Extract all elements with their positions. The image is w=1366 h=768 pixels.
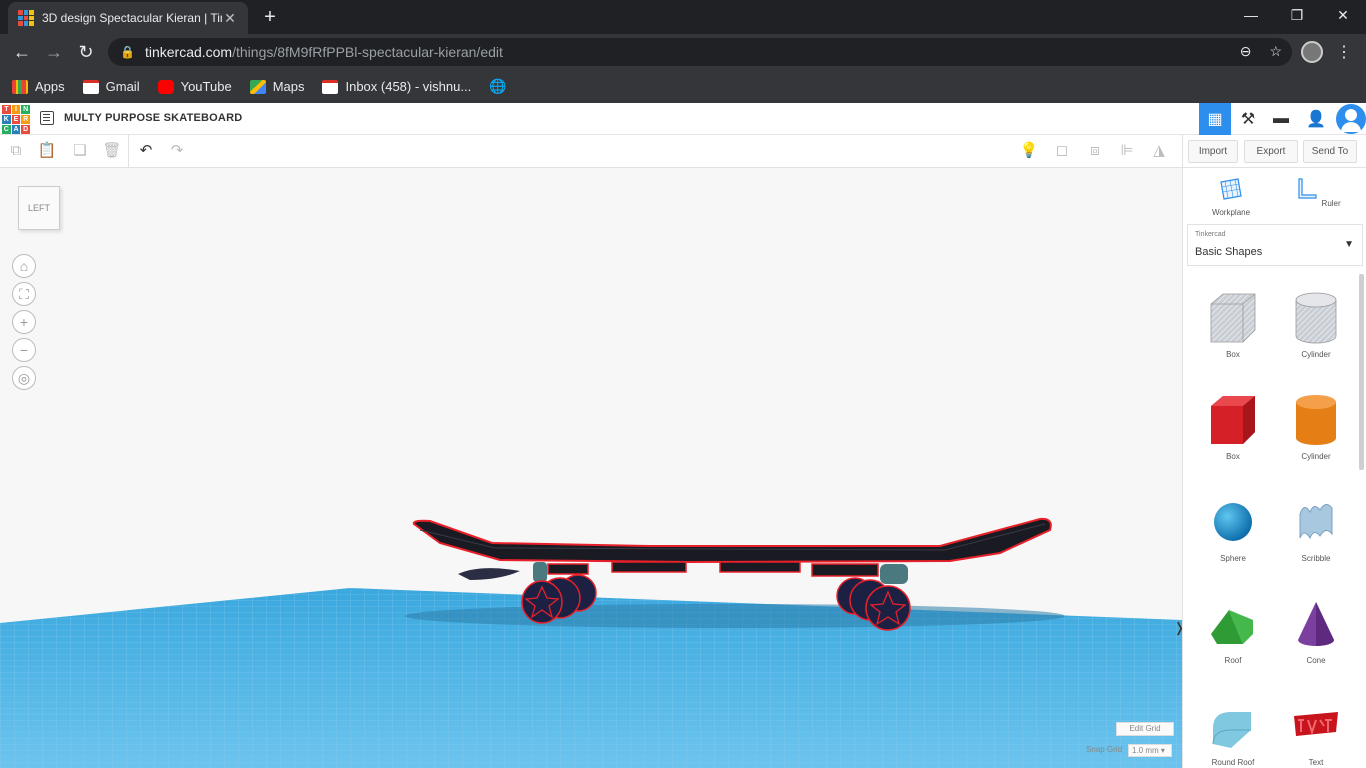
fit-view-icon[interactable]: ⛶ [12, 282, 36, 306]
undo-icon[interactable]: ↶ [136, 141, 156, 161]
gmail-icon [322, 79, 339, 94]
edit-toolbar: ⧉ 📋 ❏ 🗑 ↶ ↷ 💡 ◻ ⧈ ⊫ ◮ Import Export Send… [0, 135, 1366, 168]
bookmark-star-icon[interactable]: ☆ [1269, 43, 1282, 60]
workplane-scene[interactable] [0, 168, 1182, 768]
back-icon[interactable]: ← [10, 40, 34, 64]
ruler-tool[interactable]: Ruler [1287, 176, 1347, 208]
tinkercad-favicon-icon [18, 10, 34, 26]
workplane-tool[interactable]: Workplane [1201, 176, 1261, 217]
shape-roof[interactable]: Roof [1198, 596, 1268, 665]
align-icon[interactable]: ⊫ [1117, 141, 1137, 161]
add-user-icon[interactable]: 👤 [1300, 103, 1332, 135]
bookmarks-bar: Apps Gmail YouTube Maps Inbox (458) - vi… [0, 70, 1366, 103]
paste-icon[interactable]: 📋 [37, 141, 57, 161]
design-list-icon[interactable] [40, 111, 54, 125]
collapse-panel-icon[interactable]: ❭ [1174, 620, 1182, 650]
tinkercad-logo[interactable]: T I N K E R C A D [2, 105, 30, 134]
board-shadow [405, 604, 1065, 628]
ruler-icon [1298, 178, 1317, 199]
gmail-icon [82, 79, 99, 94]
zoom-out-icon[interactable]: − [12, 338, 36, 362]
shapes-panel: Workplane Ruler Tinkercad Basic Shapes ▼… [1182, 168, 1366, 768]
blocks-pickaxe-icon[interactable]: ⚒ [1232, 103, 1264, 135]
home-view-icon[interactable]: ⌂ [12, 254, 36, 278]
browser-toolbar: ← → ↻ 🔒 tinkercad.com/things/8fM9fRfPPBl… [0, 34, 1366, 70]
3d-workspace[interactable]: LEFT ⌂ ⛶ + − ◎ Edit Grid Snap Grid 1.0 m… [0, 168, 1182, 768]
zoom-icon[interactable]: ⊖ [1240, 43, 1252, 60]
shape-round-roof[interactable]: Round Roof [1198, 698, 1268, 767]
shape-library-select[interactable]: Tinkercad Basic Shapes ▼ [1187, 224, 1363, 266]
workplane-icon [1220, 178, 1242, 200]
close-tab-icon[interactable]: ✕ [222, 10, 238, 27]
send-to-button[interactable]: Send To [1303, 140, 1357, 163]
text-icon [1294, 712, 1338, 736]
restore-icon[interactable]: ❐ [1274, 4, 1320, 28]
3d-view-grid-icon[interactable]: ▦ [1199, 103, 1231, 135]
bookmark-gmail[interactable]: Gmail [82, 79, 140, 94]
shape-box-hole[interactable]: Box [1198, 290, 1268, 359]
copy-icon[interactable]: ⧉ [6, 141, 26, 161]
edit-grid-button[interactable]: Edit Grid [1116, 722, 1174, 736]
shape-note-icon[interactable]: ◻ [1052, 141, 1072, 161]
redo-icon[interactable]: ↷ [167, 141, 187, 161]
url-host: tinkercad.com [144, 44, 233, 60]
perspective-icon[interactable]: ◎ [12, 366, 36, 390]
bookmark-maps[interactable]: Maps [249, 79, 304, 94]
import-button[interactable]: Import [1188, 140, 1238, 163]
sphere-icon [1214, 503, 1252, 541]
profile-avatar[interactable] [1301, 41, 1323, 63]
bookmark-globe[interactable]: 🌐 [489, 78, 506, 95]
view-cube[interactable]: LEFT [18, 186, 60, 230]
cone-icon [1298, 602, 1334, 646]
panel-scrollbar[interactable] [1359, 274, 1364, 470]
browser-tab[interactable]: 3D design Spectacular Kieran | Tinkercad… [8, 2, 248, 34]
cylinder-icon [1296, 395, 1336, 445]
scribble-icon [1299, 504, 1333, 540]
forward-icon[interactable]: → [42, 40, 66, 64]
tab-title: 3D design Spectacular Kieran | Tinkercad [42, 11, 222, 25]
browser-tab-strip: 3D design Spectacular Kieran | Tinkercad… [0, 0, 1366, 34]
tinkercad-header: T I N K E R C A D MULTY PURPOSE SKATEBOA… [0, 103, 1366, 135]
snap-grid-label: Snap Grid [1086, 745, 1123, 754]
cylinder-hole-icon [1295, 292, 1337, 344]
group-icon[interactable]: ⧈ [1085, 141, 1105, 161]
new-tab-icon[interactable]: + [258, 6, 282, 30]
maps-icon [249, 79, 266, 94]
box-icon [1211, 396, 1255, 444]
bookmark-apps[interactable]: Apps [12, 79, 65, 94]
bookmark-inbox[interactable]: Inbox (458) - vishnu... [322, 79, 471, 94]
bricks-icon[interactable]: ▬ [1265, 103, 1297, 135]
reload-icon[interactable]: ↻ [74, 40, 98, 64]
shape-cone[interactable]: Cone [1281, 596, 1351, 665]
shape-cylinder-hole[interactable]: Cylinder [1281, 290, 1351, 359]
shape-scribble[interactable]: Scribble [1281, 494, 1351, 563]
design-title[interactable]: MULTY PURPOSE SKATEBOARD [64, 112, 242, 124]
dropdown-caret-icon: ▼ [1344, 239, 1354, 250]
minimize-icon[interactable]: — [1228, 4, 1274, 28]
url-path: /things/8fM9fRfPPBl-spectacular-kieran/e… [232, 44, 503, 60]
delete-icon[interactable]: 🗑 [102, 141, 122, 161]
duplicate-icon[interactable]: ❏ [70, 141, 90, 161]
apps-grid-icon [12, 79, 28, 94]
bookmark-youtube[interactable]: YouTube [157, 79, 232, 94]
mirror-icon[interactable]: ◮ [1149, 141, 1169, 161]
export-button[interactable]: Export [1244, 140, 1298, 163]
shape-text[interactable]: Text [1281, 698, 1351, 767]
youtube-icon [157, 79, 174, 94]
shape-sphere[interactable]: Sphere [1198, 494, 1268, 563]
roof-icon [1211, 610, 1253, 644]
lock-icon: 🔒 [120, 45, 135, 59]
light-bulb-icon[interactable]: 💡 [1019, 141, 1039, 161]
user-avatar[interactable] [1336, 104, 1366, 134]
close-window-icon[interactable]: ✕ [1320, 4, 1366, 28]
globe-icon: 🌐 [489, 78, 507, 94]
shape-box[interactable]: Box [1198, 392, 1268, 461]
zoom-in-icon[interactable]: + [12, 310, 36, 334]
chrome-menu-icon[interactable]: ⋮ [1336, 42, 1352, 62]
box-hole-icon [1210, 293, 1256, 343]
address-bar[interactable]: 🔒 tinkercad.com/things/8fM9fRfPPBl-spect… [108, 38, 1292, 66]
shape-cylinder[interactable]: Cylinder [1281, 392, 1351, 461]
snap-grid-select[interactable]: 1.0 mm ▾ [1128, 744, 1172, 757]
round-roof-icon [1212, 712, 1251, 748]
